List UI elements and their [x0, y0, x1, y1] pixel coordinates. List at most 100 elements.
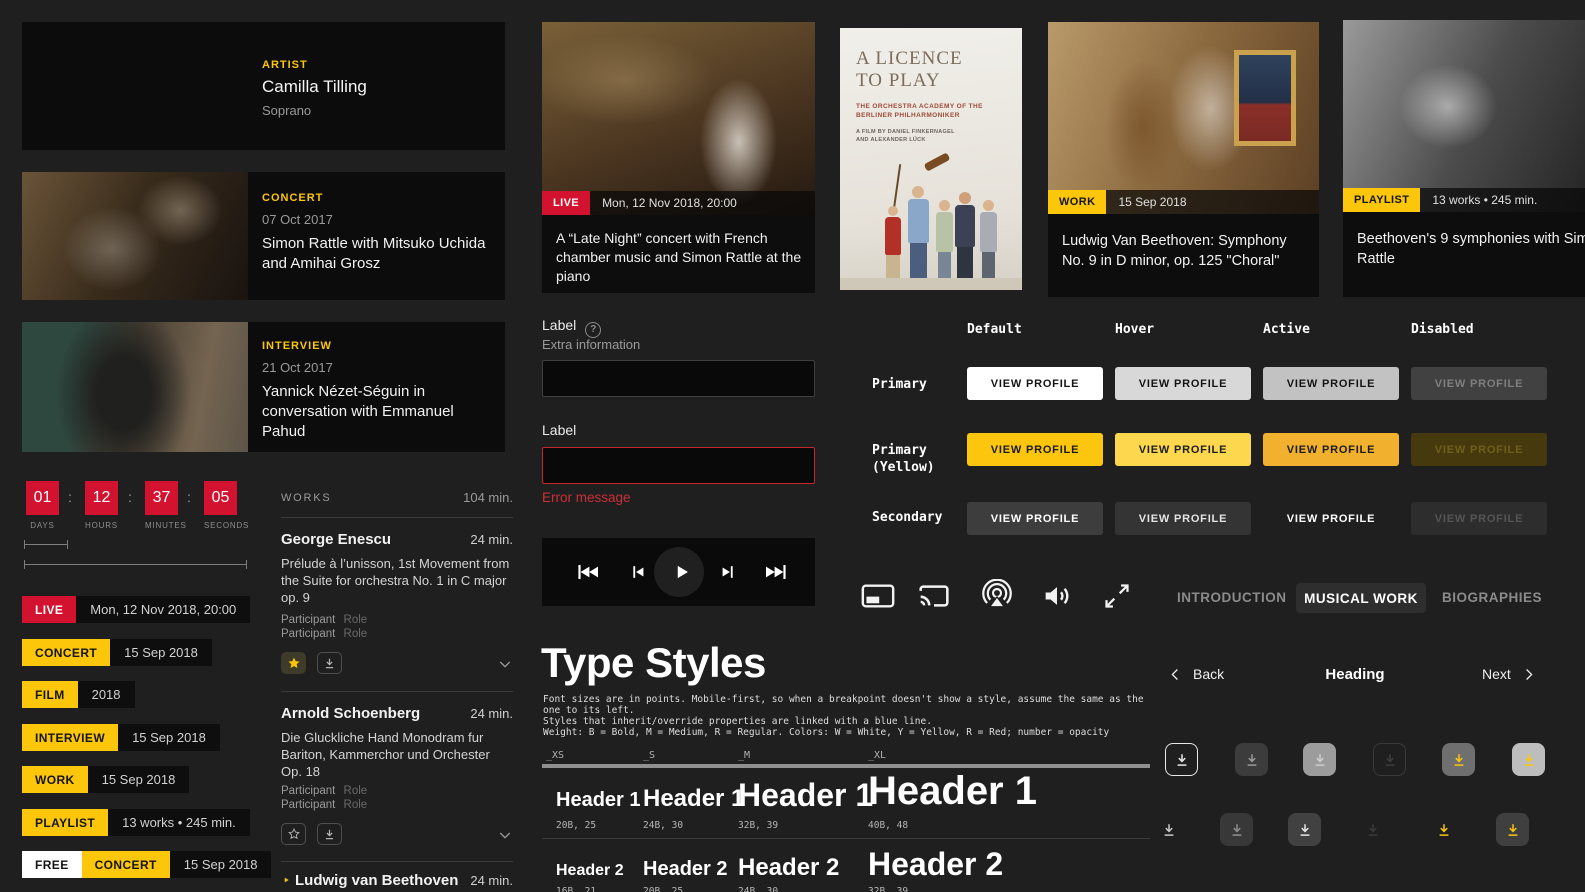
secondary-button-hover[interactable]: VIEW PROFILE [1115, 502, 1251, 535]
volume-icon[interactable] [1041, 580, 1073, 612]
chromecast-icon[interactable] [918, 580, 950, 612]
play-icon [668, 559, 694, 585]
favorite-button[interactable] [281, 823, 306, 845]
download-button-boxed-hover[interactable] [1235, 743, 1268, 776]
download-icon [1297, 822, 1313, 838]
live-badge: LIVE [22, 596, 76, 623]
secondary-button-active[interactable]: VIEW PROFILE [1263, 502, 1399, 535]
expand-chevron-icon[interactable] [497, 827, 513, 843]
badge-row-work[interactable]: WORK 15 Sep 2018 [22, 766, 189, 793]
live-badge-row: LIVE Mon, 12 Nov 2018, 20:00 [542, 191, 815, 215]
download-icon-bare-downloaded[interactable] [1427, 813, 1460, 846]
playlist-badge: PLAYLIST [1343, 188, 1420, 212]
download-icon [1312, 752, 1328, 768]
download-icon [1436, 822, 1452, 838]
participant-role: Role [344, 799, 368, 811]
chevron-right-icon [1521, 667, 1536, 682]
text-input-error[interactable] [542, 447, 815, 484]
download-icon-bare-downloaded-hover[interactable] [1496, 813, 1529, 846]
next-track-icon[interactable] [718, 562, 738, 582]
primary-button-default[interactable]: VIEW PROFILE [967, 367, 1103, 400]
type-styles-description: Font sizes are in points. Mobile-first, … [543, 694, 1153, 738]
artist-card[interactable]: ARTIST Camilla Tilling Soprano [22, 22, 505, 150]
badge-row-text: 15 Sep 2018 [88, 766, 190, 793]
state-col-hover: Hover [1115, 322, 1154, 337]
artist-role: Soprano [262, 103, 311, 118]
secondary-button-disabled: VIEW PROFILE [1411, 502, 1547, 535]
state-col-default: Default [967, 322, 1022, 337]
back-button[interactable]: Back [1168, 666, 1224, 682]
text-input[interactable] [542, 360, 815, 397]
skip-to-end-icon[interactable] [764, 560, 788, 584]
download-icon-bare-pressed[interactable] [1288, 813, 1321, 846]
fullscreen-icon[interactable] [1103, 582, 1131, 610]
primary-yellow-button-active[interactable]: VIEW PROFILE [1263, 433, 1399, 466]
airplay-icon[interactable] [981, 579, 1013, 611]
download-icon-bare-default[interactable] [1152, 813, 1185, 846]
download-icon-bare-hover[interactable] [1220, 813, 1253, 846]
interview-card[interactable]: INTERVIEW 21 Oct 2017 Yannick Nézet-Ségu… [22, 322, 505, 452]
artist-avatar [97, 37, 194, 134]
picture-in-picture-icon[interactable] [861, 581, 895, 611]
primary-button-active[interactable]: VIEW PROFILE [1263, 367, 1399, 400]
tab-biographies[interactable]: BIOGRAPHIES [1442, 590, 1542, 605]
work-card[interactable]: WORK 15 Sep 2018 Ludwig Van Beethoven: S… [1048, 22, 1319, 297]
download-icon [1161, 822, 1177, 838]
participant-name: Participant [281, 628, 335, 640]
favorite-button[interactable] [281, 652, 306, 674]
download-button-boxed-pressed[interactable] [1303, 743, 1336, 776]
type-styles-desc-line: Font sizes are in points. Mobile-first, … [543, 694, 1153, 716]
download-icon [323, 828, 336, 841]
download-button-boxed-downloaded-hover[interactable] [1512, 743, 1545, 776]
tab-musical-work[interactable]: MUSICAL WORK [1296, 583, 1426, 613]
primary-yellow-button-hover[interactable]: VIEW PROFILE [1115, 433, 1251, 466]
participant-row: Participant Role [281, 799, 367, 811]
countdown-unit-hours: HOURS [85, 521, 118, 530]
countdown-unit-minutes: MINUTES [145, 521, 178, 530]
tab-introduction[interactable]: INTRODUCTION [1177, 590, 1287, 605]
playlist-card[interactable]: PLAYLIST 13 works • 245 min. Beethoven's… [1343, 20, 1585, 297]
download-button-boxed-default[interactable] [1165, 743, 1198, 776]
primary-yellow-button-default[interactable]: VIEW PROFILE [967, 433, 1103, 466]
expand-chevron-icon[interactable] [497, 656, 513, 672]
input-hint: Extra information [542, 337, 640, 352]
concert-badge: CONCERT [22, 639, 110, 666]
next-button[interactable]: Next [1482, 666, 1536, 682]
badge-row-interview[interactable]: INTERVIEW 15 Sep 2018 [22, 724, 220, 751]
countdown-hours: 12 [85, 481, 118, 515]
download-icon [1244, 752, 1260, 768]
tab-musical-work-label: MUSICAL WORK [1304, 591, 1418, 606]
badge-row-concert[interactable]: CONCERT 15 Sep 2018 [22, 639, 212, 666]
download-button[interactable] [317, 652, 342, 674]
work-title: Ludwig Van Beethoven: Symphony No. 9 in … [1062, 231, 1305, 271]
live-concert-card[interactable]: LIVE Mon, 12 Nov 2018, 20:00 A “Late Nig… [542, 22, 815, 293]
film-poster-card[interactable]: A LICENCE TO PLAY THE ORCHESTRA ACADEMY … [840, 28, 1022, 290]
design-system-page: ARTIST Camilla Tilling Soprano CONCERT 0… [0, 0, 1585, 892]
previous-track-icon[interactable] [628, 562, 648, 582]
composer-name[interactable]: George Enescu [281, 531, 391, 548]
play-button[interactable] [654, 547, 704, 597]
badge-row-live[interactable]: LIVE Mon, 12 Nov 2018, 20:00 [22, 596, 250, 623]
skip-to-start-icon[interactable] [576, 560, 600, 584]
badge-row-text: Mon, 12 Nov 2018, 20:00 [76, 596, 250, 623]
type-specimen-spec: 40B, 48 [868, 820, 908, 831]
primary-button-hover[interactable]: VIEW PROFILE [1115, 367, 1251, 400]
download-button-boxed-downloaded[interactable] [1442, 743, 1475, 776]
composer-name[interactable]: Arnold Schoenberg [281, 705, 420, 722]
help-icon[interactable]: ? [585, 322, 601, 338]
badge-row-playlist[interactable]: PLAYLIST 13 works • 245 min. [22, 809, 250, 836]
badge-row-free-concert[interactable]: FREE CONCERT 15 Sep 2018 [22, 851, 271, 878]
work-description: Die Gluckliche Hand Monodram fur Bariton… [281, 729, 513, 780]
divider [281, 517, 513, 518]
interview-title: Yannick Nézet-Séguin in conversation wit… [262, 382, 490, 442]
countdown-separator: : [128, 489, 132, 505]
divider [281, 861, 513, 862]
work-badge: WORK [22, 766, 88, 793]
concert-card[interactable]: CONCERT 07 Oct 2017 Simon Rattle with Mi… [22, 172, 505, 300]
spacing-ruler-short [24, 540, 68, 549]
badge-row-film[interactable]: FILM 2018 [22, 681, 135, 708]
secondary-button-default[interactable]: VIEW PROFILE [967, 502, 1103, 535]
participant-name: Participant [281, 785, 335, 797]
download-button[interactable] [317, 823, 342, 845]
type-specimen: Header 1 [556, 789, 641, 812]
